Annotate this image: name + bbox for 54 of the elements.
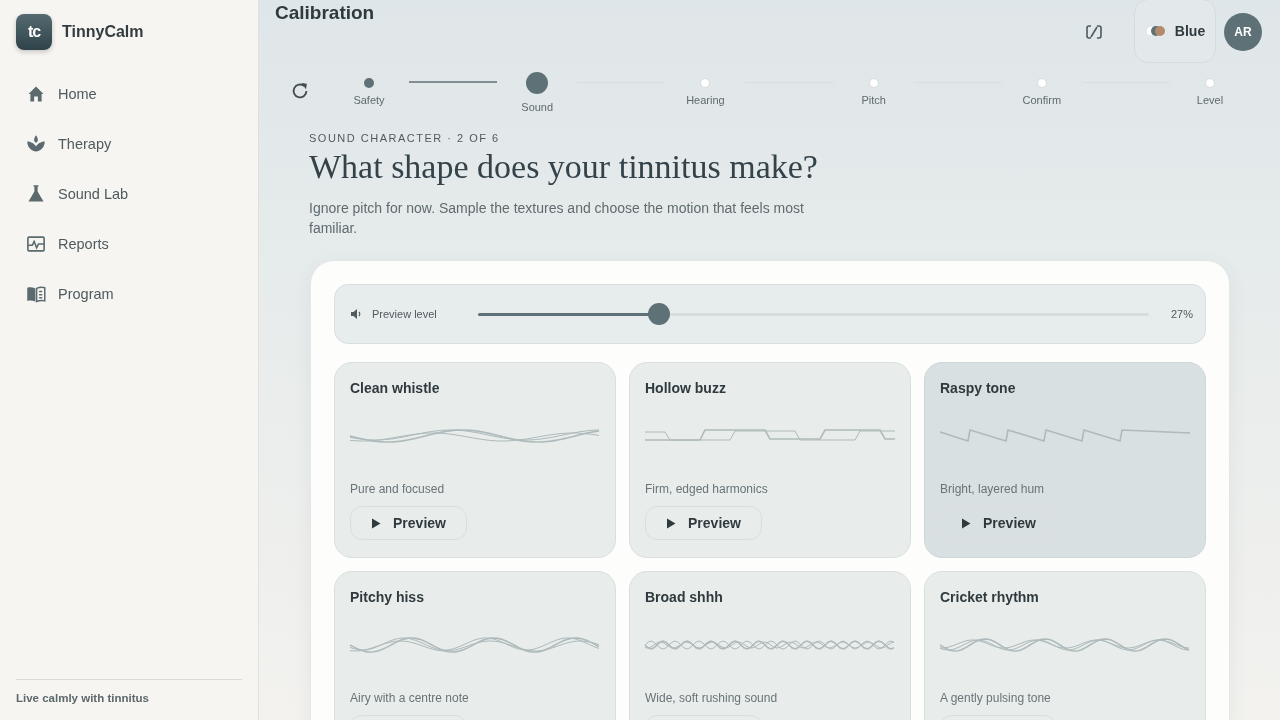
step-label: Level [1196,93,1224,106]
page-title: Calibration [275,2,376,24]
sound-name: Hollow buzz [645,380,727,396]
sound-card[interactable]: Pitchy hiss Airy with a centre note [334,571,616,720]
sound-name: Raspy tone [940,380,1017,396]
sound-card[interactable]: Clean whistle Pure and focused Preview [334,362,616,558]
page-heading: What shape does your tinnitus make? [309,148,819,186]
chart-icon [26,234,46,254]
sound-card[interactable]: Raspy tone Bright, layered hum Preview [924,362,1206,558]
nav-item[interactable]: Therapy [16,130,242,158]
sound-description: Pure and focused [350,482,446,496]
sound-description: A gently pulsing tone [940,691,1052,705]
play-icon [961,517,972,529]
sound-card[interactable]: Broad shhh Wide, soft rushing sound [629,571,911,720]
tagline: Live calmly with tinnitus [16,692,150,704]
preview-level-label: Preview level [372,308,438,320]
link-icon [1085,23,1103,41]
sound-description: Bright, layered hum [940,482,1046,496]
preview-button[interactable]: Preview [645,506,762,540]
step-label: Safety [353,93,385,106]
sound-name: Cricket rhythm [940,589,1040,605]
sound-description: Firm, edged harmonics [645,482,769,496]
preview-button[interactable]: Preview [350,506,467,540]
step-label: Pitch [861,93,886,106]
nav-item[interactable]: Sound Lab [16,180,242,208]
sound-name: Clean whistle [350,380,441,396]
sound-name: Broad shhh [645,589,724,605]
intro-text: Ignore pitch for now. Sample the textures and choose the motion that feels most familiar. [309,199,805,238]
lotus-icon [26,134,46,154]
play-icon [371,517,382,529]
step-label: Sound [521,100,554,113]
home-icon [26,84,46,104]
user-avatar[interactable]: AR [1224,13,1262,51]
slider-thumb[interactable] [648,302,671,325]
app-name: TinnyCalm [62,23,144,41]
sound-card[interactable]: Hollow buzz Firm, edged harmonics Preview [629,362,911,558]
play-icon [666,517,677,529]
nav-item[interactable]: Reports [16,230,242,258]
level-reading: 27% [1170,308,1193,320]
step-label: Confirm [1022,93,1062,106]
speaker-icon [350,308,362,320]
theme-button[interactable]: Blue [1134,0,1216,63]
nav-item[interactable]: Home [16,80,242,108]
book-icon [26,284,46,304]
nav-item[interactable]: Program [16,280,242,308]
step-label: Hearing [686,93,725,106]
palette-toggle-icon [1144,25,1167,37]
sound-description: Wide, soft rushing sound [645,691,779,705]
section-eyebrow: SOUND CHARACTER · 2 OF 6 [309,132,501,144]
sound-card[interactable]: Cricket rhythm A gently pulsing tone [924,571,1206,720]
flask-icon [26,184,46,204]
app-logo: tc [16,14,52,50]
sound-name: Pitchy hiss [350,589,425,605]
sound-description: Airy with a centre note [350,691,470,705]
